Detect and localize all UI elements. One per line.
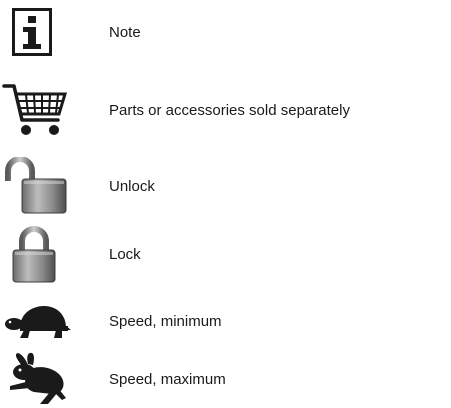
legend-row-speed-maximum: Speed, maximum <box>0 348 451 408</box>
turtle-icon <box>0 292 80 352</box>
rabbit-icon <box>0 348 80 408</box>
shopping-cart-icon <box>0 80 80 140</box>
legend-label-parts-accessories: Parts or accessories sold separately <box>109 102 350 119</box>
unlocked-padlock-icon <box>0 155 80 215</box>
legend-label-note: Note <box>109 24 141 41</box>
legend-row-note: Note <box>0 2 451 62</box>
legend-label-speed-minimum: Speed, minimum <box>109 313 222 330</box>
legend-label-speed-maximum: Speed, maximum <box>109 371 226 388</box>
legend-row-parts-accessories: Parts or accessories sold separately <box>0 80 451 140</box>
legend-label-unlock: Unlock <box>109 178 155 195</box>
legend-row-speed-minimum: Speed, minimum <box>0 292 451 352</box>
legend-label-lock: Lock <box>109 246 141 263</box>
legend-row-unlock: Unlock <box>0 155 451 215</box>
locked-padlock-icon <box>0 224 80 284</box>
symbol-legend: Note Parts or accessories sold separatel… <box>0 0 451 406</box>
info-icon <box>0 2 80 62</box>
legend-row-lock: Lock <box>0 224 451 284</box>
